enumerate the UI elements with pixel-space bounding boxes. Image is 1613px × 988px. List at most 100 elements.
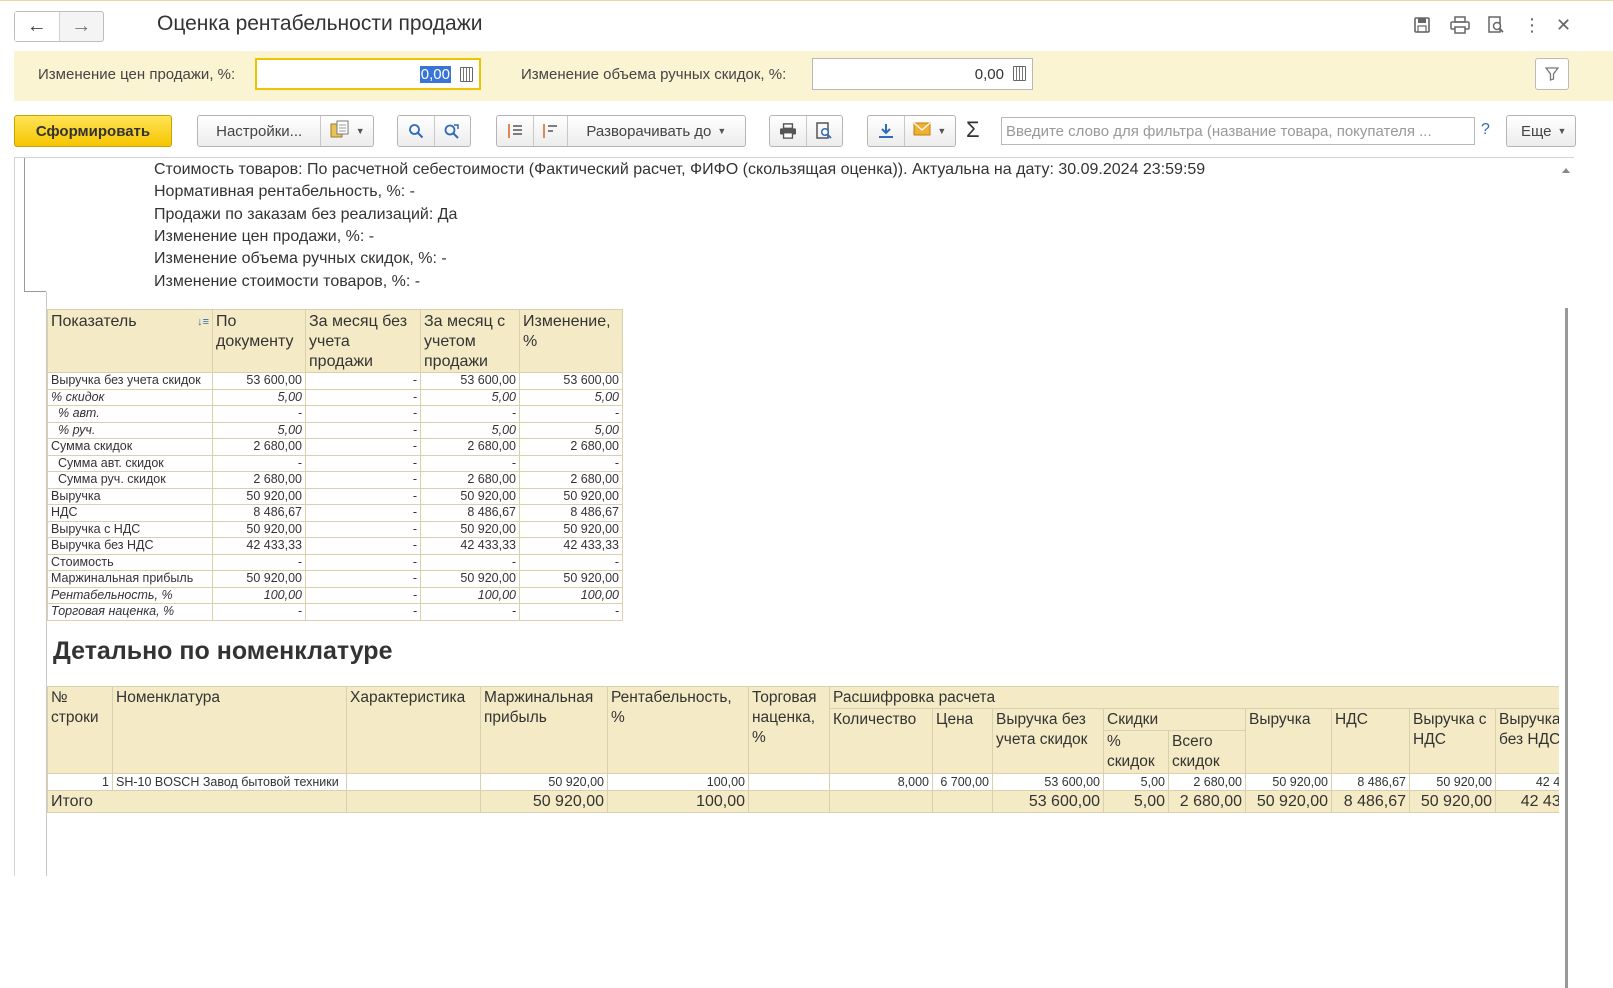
funnel-icon[interactable] — [1535, 58, 1569, 90]
more-button[interactable]: Еще ▼ — [1506, 115, 1576, 147]
row-label[interactable]: Стоимость — [47, 553, 213, 571]
cell[interactable]: 5,00 — [420, 421, 520, 439]
cell-margin[interactable]: 50 920,00 — [480, 773, 608, 791]
cell[interactable]: - — [420, 603, 520, 621]
total-revenue-no-vat[interactable]: 42 433, — [1494, 790, 1559, 813]
print-preview-icon[interactable] — [807, 116, 843, 146]
cell-item[interactable]: SH-10 BOSCH Завод бытовой техники — [112, 773, 347, 791]
cell[interactable]: - — [519, 553, 623, 571]
total-revenue-no-disc[interactable]: 53 600,00 — [992, 790, 1104, 813]
total-margin[interactable]: 50 920,00 — [480, 790, 608, 813]
row-label[interactable]: Выручка с НДС — [47, 520, 213, 538]
cell[interactable]: - — [420, 553, 520, 571]
row-label[interactable]: Выручка — [47, 487, 213, 505]
sort-icon[interactable]: ↓≡ — [197, 312, 209, 332]
cell-revenue[interactable]: 50 920,00 — [1245, 773, 1332, 791]
column-header[interactable]: За месяц с учетом продажи — [420, 309, 520, 373]
generate-button[interactable]: Сформировать — [14, 115, 172, 147]
cell[interactable]: 53 600,00 — [519, 372, 623, 390]
cell[interactable]: 5,00 — [519, 388, 623, 406]
expand-to-dropdown[interactable]: Разворачивать до ▼ — [568, 116, 745, 146]
cell[interactable]: 2 680,00 — [420, 438, 520, 456]
cell[interactable]: 8 486,67 — [519, 504, 623, 522]
send-mail-button[interactable]: ▼ — [905, 116, 955, 146]
arrow-left-icon[interactable]: ← — [15, 12, 60, 41]
cell[interactable]: 50 920,00 — [212, 487, 306, 505]
cell[interactable]: - — [212, 603, 306, 621]
collapse-groups-icon[interactable] — [497, 116, 534, 146]
cell[interactable]: 5,00 — [212, 421, 306, 439]
cell[interactable]: 2 680,00 — [519, 438, 623, 456]
cell[interactable]: - — [305, 586, 421, 604]
filter-input[interactable]: Введите слово для фильтра (название това… — [1001, 117, 1475, 145]
search-next-icon[interactable] — [435, 116, 471, 146]
column-header[interactable]: Количество — [829, 708, 933, 774]
settings-button[interactable]: Настройки... — [198, 116, 322, 146]
cell-revenue-no-disc[interactable]: 53 600,00 — [992, 773, 1104, 791]
download-icon[interactable] — [868, 116, 905, 146]
row-label[interactable]: Рентабельность, % — [47, 586, 213, 604]
cell[interactable]: 8 486,67 — [212, 504, 306, 522]
cell-row-no[interactable]: 1 — [47, 773, 113, 791]
column-header[interactable]: Характеристика — [346, 686, 481, 774]
cell[interactable]: - — [305, 537, 421, 555]
cell[interactable]: 42 433,33 — [212, 537, 306, 555]
cell[interactable]: - — [305, 603, 421, 621]
row-label[interactable]: Сумма руч. скидок — [47, 471, 213, 489]
cell-markup[interactable] — [748, 773, 830, 791]
column-group-header[interactable]: Скидки — [1103, 708, 1246, 731]
cell[interactable]: 5,00 — [212, 388, 306, 406]
cell[interactable]: - — [305, 520, 421, 538]
cell[interactable]: 100,00 — [519, 586, 623, 604]
cell-vat[interactable]: 8 486,67 — [1331, 773, 1410, 791]
cell[interactable]: 50 920,00 — [420, 487, 520, 505]
cell-price[interactable]: 6 700,00 — [932, 773, 993, 791]
column-header[interactable]: Маржинальная прибыль — [480, 686, 608, 774]
help-icon[interactable]: ? — [1481, 121, 1490, 139]
cell[interactable]: 2 680,00 — [212, 471, 306, 489]
column-header[interactable]: Выручка без учета скидок — [992, 708, 1104, 774]
row-label[interactable]: Сумма авт. скидок — [47, 454, 213, 472]
cell[interactable]: - — [305, 487, 421, 505]
cell[interactable]: - — [212, 405, 306, 423]
column-header[interactable]: № строки — [47, 686, 113, 774]
row-label[interactable]: Выручка без учета скидок — [47, 372, 213, 390]
cell[interactable]: 50 920,00 — [519, 570, 623, 588]
column-header[interactable]: За месяц без учета продажи — [305, 309, 421, 373]
row-label[interactable]: Торговая наценка, % — [47, 603, 213, 621]
column-header[interactable]: НДС — [1331, 708, 1410, 774]
cell[interactable]: 50 920,00 — [212, 520, 306, 538]
more-vertical-icon[interactable]: ⋮ — [1521, 14, 1543, 36]
column-header[interactable]: Торговая наценка, % — [748, 686, 830, 774]
cell[interactable]: - — [212, 553, 306, 571]
header-group-bracket[interactable] — [24, 158, 46, 292]
column-header[interactable]: Выручка без НДС — [1494, 708, 1559, 774]
total-revenue[interactable]: 50 920,00 — [1245, 790, 1332, 813]
row-label[interactable]: % авт. — [47, 405, 213, 423]
cell[interactable]: 100,00 — [212, 586, 306, 604]
cell[interactable]: 53 600,00 — [212, 372, 306, 390]
cell[interactable]: - — [305, 372, 421, 390]
close-icon[interactable]: ✕ — [1556, 14, 1570, 36]
row-label[interactable]: % скидок — [47, 388, 213, 406]
cell[interactable]: 2 680,00 — [420, 471, 520, 489]
print-icon[interactable] — [1449, 14, 1471, 36]
column-header[interactable]: Цена — [932, 708, 993, 774]
total-disc-pct[interactable]: 5,00 — [1103, 790, 1169, 813]
cell[interactable]: 5,00 — [420, 388, 520, 406]
total-vat[interactable]: 8 486,67 — [1331, 790, 1410, 813]
cell[interactable]: 5,00 — [519, 421, 623, 439]
cell[interactable]: 50 920,00 — [420, 570, 520, 588]
cell[interactable]: - — [519, 405, 623, 423]
column-header[interactable]: По документу — [212, 309, 306, 373]
table-row[interactable]: 1 SH-10 BOSCH Завод бытовой техники 50 9… — [47, 773, 1559, 791]
cell-revenue-vat[interactable]: 50 920,00 — [1409, 773, 1496, 791]
cell[interactable]: - — [305, 504, 421, 522]
column-group-header[interactable]: Расшифровка расчета — [828, 686, 1559, 709]
cell[interactable]: 2 680,00 — [519, 471, 623, 489]
expand-groups-icon[interactable] — [534, 116, 568, 146]
cell[interactable]: 50 920,00 — [212, 570, 306, 588]
vertical-scrollbar[interactable] — [1559, 158, 1573, 988]
cell[interactable]: - — [212, 454, 306, 472]
cell[interactable]: 42 433,33 — [420, 537, 520, 555]
